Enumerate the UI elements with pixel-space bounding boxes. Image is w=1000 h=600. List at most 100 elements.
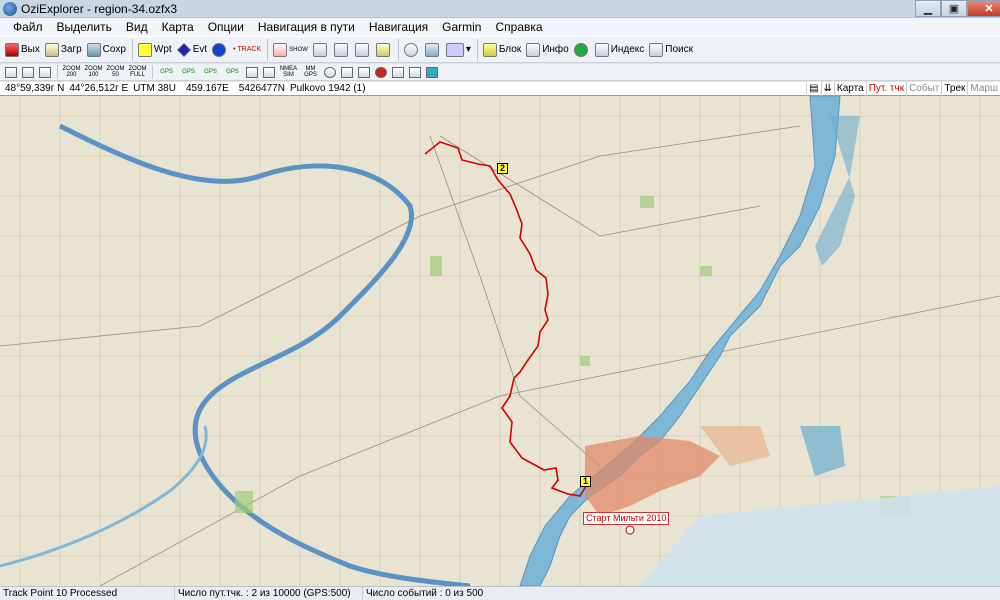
pan-button[interactable]	[356, 65, 372, 80]
anchor-button[interactable]	[339, 65, 355, 80]
menu-map[interactable]: Карта	[155, 18, 201, 36]
object-tabs: ▤ ⇊ Карта Пут. тчк Событ Трек Марш	[806, 82, 1000, 96]
profile-button[interactable]	[407, 65, 423, 80]
index-icon	[594, 42, 609, 57]
map-overview-button[interactable]	[423, 37, 443, 62]
event-marker-icon[interactable]	[624, 524, 636, 536]
show-track-button[interactable]: SHOW	[271, 37, 310, 62]
list-icon[interactable]: ▤	[806, 82, 820, 96]
exit-label: Вых	[21, 44, 40, 55]
map-canvas[interactable]: 2 1 Старт Мильти 2010	[0, 96, 1000, 586]
menu-moving-map[interactable]: Навигация в пути	[251, 18, 362, 36]
waypoint-button[interactable]: Wpt	[136, 37, 174, 62]
minimize-button[interactable]: ▁	[915, 0, 941, 17]
show-events-button[interactable]	[332, 37, 352, 62]
toolbar-separator	[267, 38, 269, 61]
evt-label: Evt	[192, 44, 208, 55]
app-globe-icon	[3, 1, 17, 16]
status-event-count: Число событий : 0 из 500	[366, 588, 484, 599]
gps-button-1[interactable]: GPS	[156, 65, 177, 80]
tab-events[interactable]: Событ	[906, 82, 941, 96]
grid-icon	[392, 66, 404, 78]
tab-tracks[interactable]: Трек	[941, 82, 967, 96]
tab-map[interactable]: Карта	[833, 82, 866, 96]
menu-view[interactable]: Вид	[119, 18, 155, 36]
load-button[interactable]: Загр	[43, 37, 84, 62]
events-show-icon	[333, 42, 348, 57]
toolbar-separator	[476, 38, 478, 61]
gps-button-4[interactable]: GPS	[222, 65, 243, 80]
map-overview-icon	[424, 42, 439, 57]
toolbar-separator	[57, 65, 58, 79]
gps-button-3[interactable]: GPS	[200, 65, 221, 80]
copy-icon	[39, 66, 51, 78]
zoom-select[interactable]: ▾	[444, 37, 473, 62]
nmea-sim-button[interactable]: NMEA SIM	[278, 65, 299, 80]
show-waypoints-button[interactable]	[353, 37, 373, 62]
show-route-button[interactable]	[311, 37, 331, 62]
exit-button[interactable]: Вых	[3, 37, 42, 62]
find-button[interactable]	[402, 37, 422, 62]
menu-navigation[interactable]: Навигация	[362, 18, 435, 36]
waypoint-marker-1[interactable]: 1	[580, 476, 591, 487]
mm-gps-button[interactable]: MM GPS	[300, 65, 321, 80]
filter-button[interactable]	[424, 65, 440, 80]
map-tool-button[interactable]	[3, 65, 19, 80]
save-label: Сохр	[102, 44, 126, 55]
waypoint-icon	[137, 42, 152, 57]
waypoint-marker-2[interactable]: 2	[497, 163, 508, 174]
index-button[interactable]: Индекс	[593, 37, 647, 62]
save-list-icon[interactable]: ⇊	[820, 82, 834, 96]
exit-icon	[5, 42, 19, 57]
info-label: Инфо	[542, 44, 569, 55]
search-button[interactable]: Поиск	[647, 37, 695, 62]
track-button[interactable]: • TRACK	[231, 37, 263, 62]
anchor-icon	[341, 66, 353, 78]
menu-bar: Файл Выделить Вид Карта Опции Навигация …	[0, 18, 1000, 36]
menu-options[interactable]: Опции	[201, 18, 251, 36]
copy-button[interactable]	[37, 65, 53, 80]
names-button[interactable]	[374, 37, 394, 62]
maximize-button[interactable]: ▣	[941, 0, 967, 17]
zoom-50-button[interactable]: ZOOM 50	[105, 65, 126, 80]
window-title: OziExplorer - region-34.ozfx3	[21, 1, 178, 16]
gps-button-2[interactable]: GPS	[178, 65, 199, 80]
menu-select[interactable]: Выделить	[50, 18, 119, 36]
folder-icon	[44, 42, 59, 57]
menu-file[interactable]: Файл	[6, 18, 50, 36]
menu-help[interactable]: Справка	[488, 18, 549, 36]
search-label: Поиск	[665, 44, 693, 55]
gps-receive-button[interactable]	[261, 65, 277, 80]
east-lake	[800, 426, 845, 476]
grid-button[interactable]	[390, 65, 406, 80]
title-bar: OziExplorer - region-34.ozfx3 ▁ ▣ ✕	[0, 0, 1000, 18]
tab-routes[interactable]: Марш	[967, 82, 1000, 96]
waypoints-show-icon	[354, 42, 369, 57]
route-icon	[212, 42, 227, 57]
zoom-200-button[interactable]: ZOOM 200	[61, 65, 82, 80]
check-button[interactable]	[20, 65, 36, 80]
close-button[interactable]: ✕	[967, 0, 1000, 17]
toolbar-separator	[152, 65, 153, 79]
status-waypoint-count: Число пут.тчк. : 2 из 10000 (GPS:500)	[175, 587, 363, 600]
zoom-full-button[interactable]: ZOOM FULL	[127, 65, 148, 80]
event-button[interactable]: Evt	[175, 37, 209, 62]
show-label: SHOW	[289, 46, 308, 53]
info-button[interactable]: Инфо	[524, 37, 571, 62]
names-icon	[375, 42, 390, 57]
compass-button[interactable]	[322, 65, 338, 80]
secondary-toolbar: ZOOM 200 ZOOM 100 ZOOM 50 ZOOM FULL GPS …	[0, 64, 1000, 81]
tab-waypoints[interactable]: Пут. тчк	[865, 82, 906, 96]
gps-send-button[interactable]	[244, 65, 260, 80]
zoom-100-button[interactable]: ZOOM 100	[83, 65, 104, 80]
pan-arrows[interactable]	[572, 37, 592, 62]
window-controls: ▁ ▣ ✕	[915, 0, 1000, 17]
stop-button[interactable]	[373, 65, 389, 80]
block-label: Блок	[498, 44, 522, 55]
route-button[interactable]	[210, 37, 230, 62]
menu-garmin[interactable]: Garmin	[435, 18, 488, 36]
save-button[interactable]: Сохр	[85, 37, 128, 62]
stop-icon	[375, 66, 387, 78]
block-button[interactable]: Блок	[481, 37, 523, 62]
track-label: • TRACK	[233, 46, 262, 53]
